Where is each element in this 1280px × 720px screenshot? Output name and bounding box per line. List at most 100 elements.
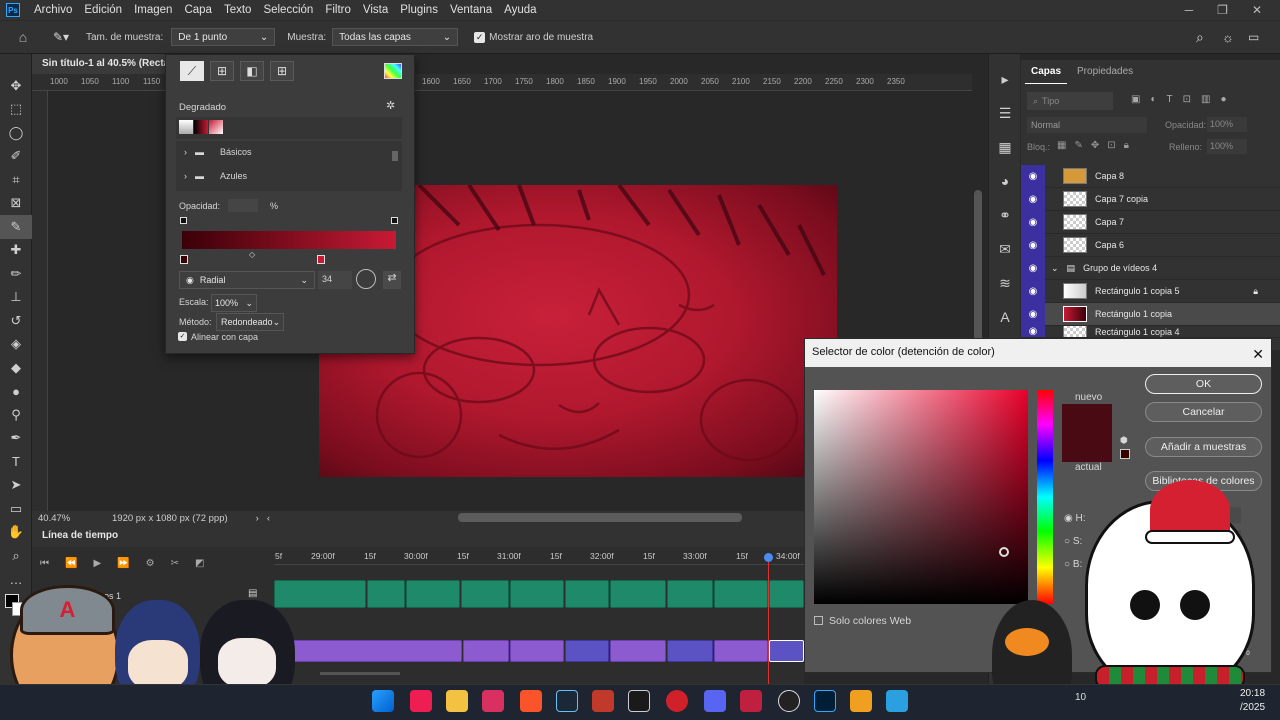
menu-plugins[interactable]: Plugins [394, 0, 444, 20]
menu-edicion[interactable]: Edición [78, 0, 128, 20]
media-icon[interactable] [740, 690, 762, 712]
brush-tool-icon[interactable]: ✏ [0, 262, 32, 286]
menu-imagen[interactable]: Imagen [128, 0, 178, 20]
color-picker-cursor[interactable] [999, 547, 1009, 557]
file-explorer-icon[interactable] [446, 690, 468, 712]
record-app-icon[interactable] [666, 690, 688, 712]
frame-tool-icon[interactable]: ⊠ [0, 192, 32, 216]
minimize-icon[interactable]: ─ [1185, 3, 1194, 17]
color-stop-left[interactable] [180, 255, 188, 264]
layer-row[interactable]: ◉ Capa 7 [1021, 210, 1280, 234]
horizontal-scrollbar[interactable] [458, 513, 742, 522]
voicemeeter-icon[interactable] [592, 690, 614, 712]
eye-icon[interactable]: ◉ [1021, 164, 1045, 188]
gradient-style-select[interactable]: ◉ Radial ⌄ [179, 271, 315, 289]
first-frame-icon[interactable]: ⏮ [40, 558, 49, 569]
layer-row[interactable]: ◉ Capa 6 [1021, 233, 1280, 257]
tab-capas[interactable]: Capas [1025, 60, 1068, 84]
gradient-pattern-icon[interactable]: ⊞ [270, 61, 294, 81]
no-gradient-icon[interactable]: ⟋ [180, 61, 204, 81]
hue-slider[interactable] [1037, 390, 1053, 604]
audio-clip[interactable] [510, 640, 564, 662]
swatches-icon[interactable]: ▦ [989, 130, 1021, 164]
menu-ayuda[interactable]: Ayuda [498, 0, 542, 20]
video-clip[interactable] [274, 580, 366, 608]
settings-icon[interactable]: ⚙ [146, 558, 155, 569]
light-icon[interactable]: ☼ [1222, 30, 1234, 45]
preset-swatch[interactable] [209, 120, 223, 134]
document-size-info[interactable]: 1920 px x 1080 px (72 ppp) [112, 513, 228, 524]
scissors-icon[interactable]: ✂ [171, 558, 179, 569]
video-clip[interactable] [714, 580, 768, 608]
gradient-square-icon[interactable]: ◧ [240, 61, 264, 81]
gear-icon[interactable]: ✲ [386, 99, 395, 112]
smart-filter-icon[interactable]: ▥ [1201, 94, 1210, 105]
history-icon[interactable]: ▸ [989, 62, 1021, 96]
type-filter-icon[interactable]: T [1167, 94, 1173, 105]
clock-time[interactable]: 20:18 [1240, 688, 1265, 699]
film-icon[interactable]: ▤ [248, 588, 257, 599]
eye-icon[interactable]: ◉ [1021, 302, 1045, 326]
brushes-icon[interactable]: ≋ [989, 266, 1021, 300]
obs-icon[interactable] [778, 690, 800, 712]
transition-icon[interactable]: ◩ [195, 558, 204, 569]
toggle-filter-icon[interactable]: ● [1220, 94, 1226, 105]
folder-row[interactable]: › ▬ Básicos [184, 147, 252, 157]
eye-icon[interactable]: ◉ [1021, 233, 1045, 257]
layer-row[interactable]: ◉ Rectángulo 1 copia 4 [1021, 326, 1280, 338]
search-icon[interactable]: ⌕ [1196, 29, 1204, 46]
lock-position-icon[interactable]: ✥ [1091, 140, 1099, 151]
eraser-tool-icon[interactable]: ◈ [0, 333, 32, 357]
menu-seleccion[interactable]: Selección [257, 0, 319, 20]
preset-swatch[interactable] [179, 120, 193, 134]
lasso-tool-icon[interactable]: ◯ [0, 121, 32, 145]
gradient-picker-icon[interactable] [384, 63, 402, 79]
gamut-warning-icon[interactable]: ⬢ [1120, 435, 1128, 446]
history-brush-icon[interactable]: ↺ [0, 309, 32, 333]
eye-icon[interactable]: ◉ [1021, 256, 1045, 280]
chevron-right-icon[interactable]: › [256, 513, 259, 524]
zoom-tool-icon[interactable]: ⌕ [0, 544, 32, 568]
video-clip[interactable] [406, 580, 460, 608]
chevron-left-icon[interactable]: ‹ [267, 513, 270, 524]
zoom-level[interactable]: 40.47% [32, 513, 112, 524]
gradient-bar[interactable] [182, 231, 396, 249]
method-select[interactable]: Redondeado ⌄ [216, 313, 284, 331]
windows-start-icon[interactable] [372, 690, 394, 712]
menu-capa[interactable]: Capa [178, 0, 218, 20]
layer-row-selected[interactable]: ◉ Rectángulo 1 copia [1021, 302, 1280, 326]
close-icon[interactable]: ✕ [1252, 3, 1262, 17]
media-player-icon[interactable] [850, 690, 872, 712]
healing-brush-icon[interactable]: ✚ [0, 239, 32, 263]
playhead-marker[interactable] [764, 553, 773, 562]
capcut-icon[interactable] [628, 690, 650, 712]
text-app-icon[interactable] [482, 690, 504, 712]
shape-filter-icon[interactable]: ⊡ [1183, 94, 1191, 105]
adjust-filter-icon[interactable]: ◐ [1150, 94, 1156, 105]
rectangle-tool-icon[interactable]: ▭ [0, 497, 32, 521]
audio-clip[interactable] [769, 640, 804, 662]
color-wheel-icon[interactable]: ◕ [989, 164, 1021, 198]
menu-archivo[interactable]: Archivo [28, 0, 78, 20]
menu-vista[interactable]: Vista [357, 0, 394, 20]
brave-icon[interactable] [520, 690, 542, 712]
eye-icon[interactable]: ◉ [1021, 326, 1045, 337]
opacity-value[interactable]: 100% [1207, 117, 1247, 132]
close-icon[interactable]: ✕ [1252, 346, 1264, 362]
audio-clip[interactable] [290, 640, 462, 662]
preset-swatch[interactable] [194, 120, 208, 134]
menu-ventana[interactable]: Ventana [444, 0, 498, 20]
video-clip[interactable] [610, 580, 666, 608]
audio-clip[interactable] [463, 640, 509, 662]
more-tools-icon[interactable]: … [0, 568, 32, 592]
video-clip[interactable] [367, 580, 405, 608]
marquee-tool-icon[interactable]: ⬚ [0, 98, 32, 122]
scale-select[interactable]: 100% ⌄ [211, 294, 257, 312]
sample-size-select[interactable]: De 1 punto ⌄ [171, 28, 276, 46]
web-safe-swatch[interactable] [1120, 449, 1130, 459]
layer-search[interactable]: ⌕ Tipo [1027, 92, 1113, 110]
sample-select[interactable]: Todas las capas ⌄ [332, 28, 459, 46]
list-scrollbar[interactable] [392, 151, 398, 161]
opacity-stop-left[interactable] [180, 217, 187, 224]
audio-clip[interactable] [714, 640, 768, 662]
